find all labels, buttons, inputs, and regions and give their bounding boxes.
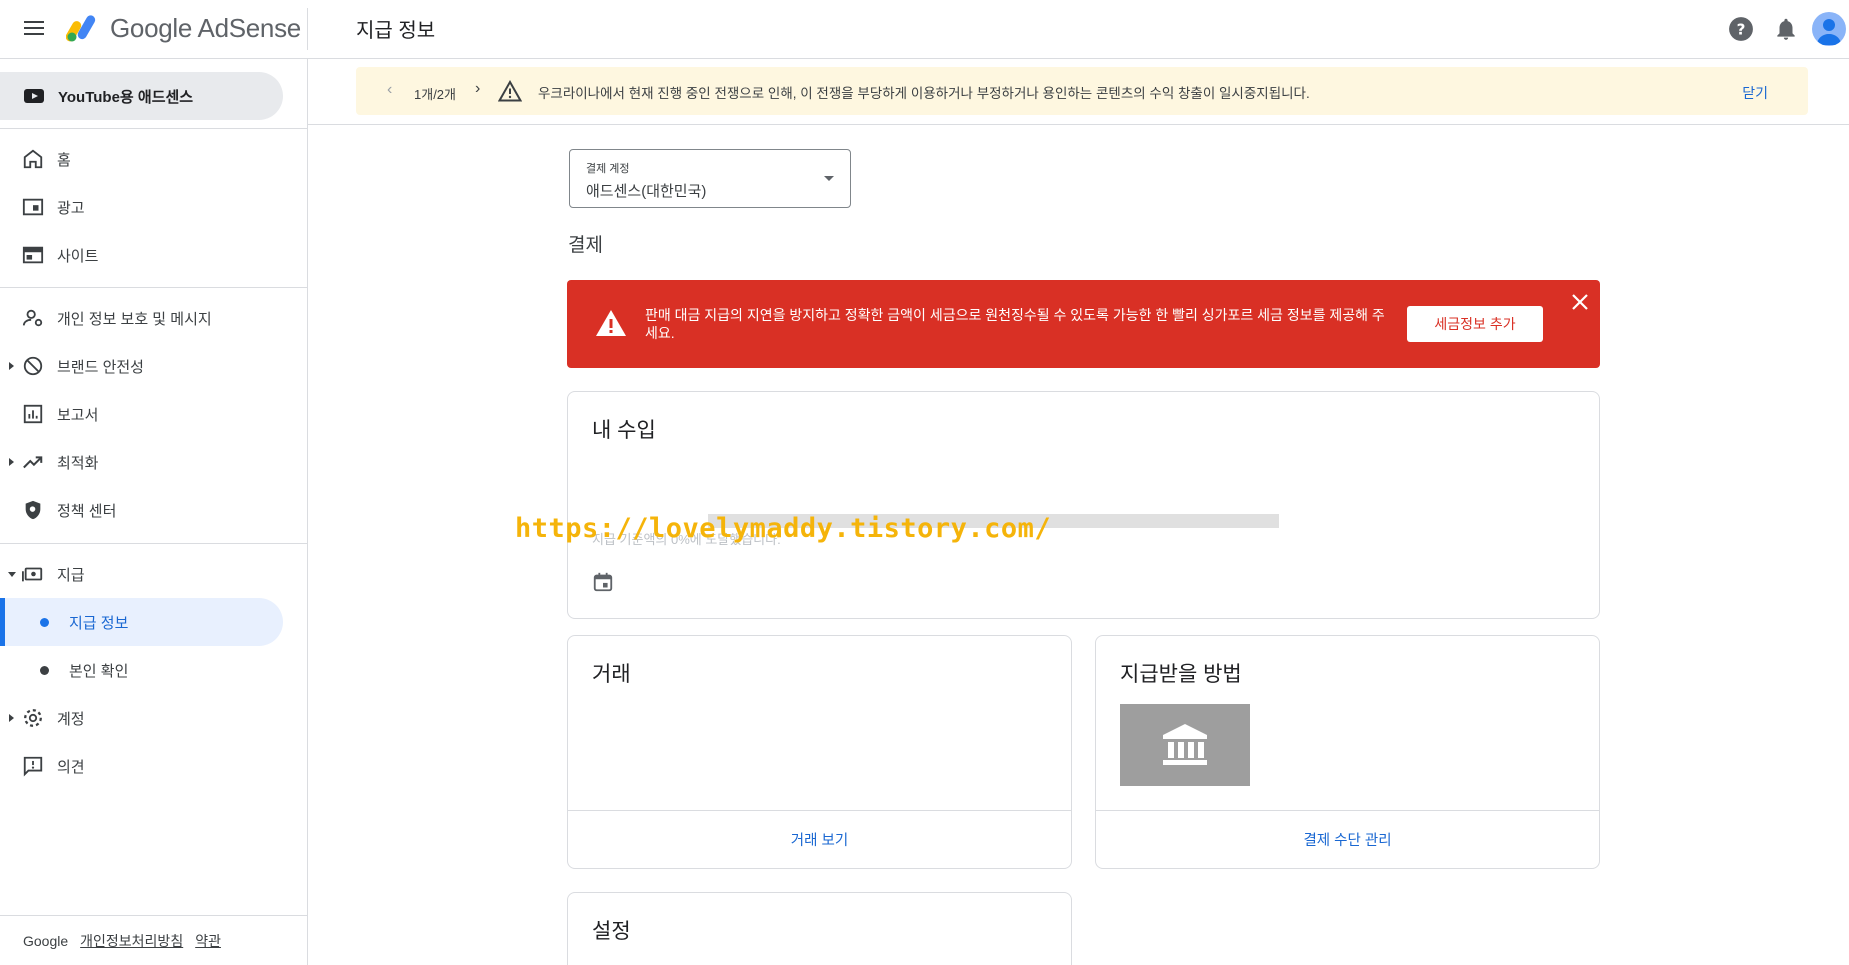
sidebar-item-privacy-messaging[interactable]: 개인 정보 보호 및 메시지 — [0, 296, 283, 340]
payments-icon — [22, 567, 43, 582]
person-settings-icon — [22, 309, 43, 327]
sidebar-item-ads[interactable]: 광고 — [0, 185, 283, 229]
sidebar-item-label: 의견 — [57, 758, 85, 776]
banner-message: 우크라이나에서 현재 진행 중인 전쟁으로 인해, 이 전쟁을 부당하게 이용하… — [538, 86, 1310, 101]
sidebar-item-label: 보고서 — [57, 406, 99, 424]
sidebar: YouTube용 애드센스 홈 광고 사이트 개인 정보 보호 및 메시지 브랜… — [0, 59, 308, 965]
calendar-icon[interactable] — [592, 571, 614, 593]
help-icon[interactable]: ? — [1728, 16, 1754, 42]
ads-icon — [22, 198, 44, 216]
add-tax-info-button[interactable]: 세금정보 추가 — [1407, 306, 1543, 342]
card-title: 설정 — [592, 920, 631, 943]
sidebar-item-sites[interactable]: 사이트 — [0, 233, 283, 277]
close-icon[interactable] — [1570, 292, 1590, 312]
youtube-icon — [24, 89, 44, 103]
person-icon — [1817, 19, 1841, 45]
banner-next-button[interactable]: › — [475, 80, 480, 98]
sidebar-item-label: 지급 정보 — [69, 614, 129, 632]
sidebar-item-payment-info[interactable]: 지급 정보 — [0, 598, 283, 646]
expand-caret-icon[interactable] — [9, 362, 14, 370]
privacy-policy-link[interactable]: 개인정보처리방침 — [80, 931, 183, 951]
card-title: 거래 — [592, 663, 631, 686]
transactions-card: 거래 거래 보기 — [567, 635, 1072, 869]
sidebar-item-reports[interactable]: 보고서 — [0, 392, 283, 436]
home-icon — [23, 149, 43, 169]
top-app-bar: Google AdSense 지급 정보 ? — [0, 0, 1849, 59]
settings-card: 설정 — [567, 892, 1072, 965]
bullet-icon — [40, 666, 49, 675]
banner-count: 1개/2개 — [414, 87, 456, 102]
alert-warning-icon — [596, 310, 626, 336]
account-avatar[interactable] — [1812, 12, 1846, 46]
payment-account-select[interactable]: 결제 계정 애드센스(대한민국) — [569, 149, 851, 208]
sites-icon — [22, 246, 44, 264]
sidebar-item-home[interactable]: 홈 — [0, 137, 283, 181]
watermark-text: https://lovelymaddy.tistory.com/ — [515, 513, 1052, 544]
sidebar-item-label: 브랜드 안전성 — [57, 358, 144, 376]
view-transactions-link[interactable]: 거래 보기 — [568, 810, 1071, 868]
feedback-icon — [23, 756, 43, 777]
sidebar-divider — [0, 128, 307, 129]
svg-text:?: ? — [1737, 20, 1746, 38]
tax-info-alert: 판매 대금 지급의 지연을 방지하고 정확한 금액이 세금으로 원천징수될 수 … — [567, 280, 1600, 368]
policy-shield-icon — [25, 500, 41, 520]
dropdown-arrow-icon — [824, 176, 834, 181]
trending-up-icon — [23, 456, 43, 469]
sidebar-item-feedback[interactable]: 의견 — [0, 744, 283, 788]
sidebar-item-youtube-adsense[interactable]: YouTube용 애드센스 — [0, 72, 283, 120]
adsense-logo-icon[interactable] — [66, 12, 100, 42]
brand-name: Google AdSense — [110, 13, 301, 43]
warning-icon — [498, 80, 522, 102]
notification-banner: ‹ 1개/2개 › 우크라이나에서 현재 진행 중인 전쟁으로 인해, 이 전쟁… — [356, 67, 1808, 115]
sidebar-item-label: 광고 — [57, 199, 85, 217]
bank-icon — [1163, 724, 1207, 765]
sidebar-item-brand-safety[interactable]: 브랜드 안전성 — [0, 344, 283, 388]
section-title: 결제 — [568, 235, 603, 256]
topbar-divider — [307, 8, 308, 50]
earnings-card: 내 수입 지급 기준액의 0%에 도달했습니다. — [567, 391, 1600, 619]
card-title: 내 수입 — [592, 419, 656, 442]
bank-placeholder — [1120, 704, 1250, 786]
sidebar-item-label: 홈 — [57, 151, 71, 169]
sidebar-divider — [0, 287, 307, 288]
reports-icon — [23, 404, 43, 424]
banner-close-button[interactable]: 닫기 — [1742, 83, 1768, 103]
sidebar-item-label: 개인 정보 보호 및 메시지 — [57, 310, 212, 328]
sidebar-item-label: 사이트 — [57, 247, 99, 265]
alert-message: 판매 대금 지급의 지연을 방지하고 정확한 금액이 세금으로 원천징수될 수 … — [645, 307, 1385, 341]
notifications-bell-icon[interactable] — [1773, 16, 1799, 42]
card-title: 지급받을 방법 — [1120, 663, 1242, 686]
expand-caret-icon[interactable] — [9, 458, 14, 466]
sidebar-item-label: 정책 센터 — [57, 502, 117, 520]
select-value: 애드센스(대한민국) — [586, 183, 707, 200]
collapse-caret-icon[interactable] — [8, 571, 16, 577]
sidebar-item-label: 최적화 — [57, 454, 99, 472]
payment-method-card: 지급받을 방법 결제 수단 관리 — [1095, 635, 1600, 869]
sidebar-item-payments[interactable]: 지급 — [0, 552, 283, 596]
expand-caret-icon[interactable] — [9, 714, 14, 722]
sidebar-item-policy-center[interactable]: 정책 센터 — [0, 488, 283, 532]
bullet-icon — [40, 618, 49, 627]
sidebar-footer: Google 개인정보처리방침 약관 — [0, 915, 307, 965]
active-indicator — [0, 598, 5, 646]
select-label: 결제 계정 — [586, 163, 630, 175]
sidebar-divider — [0, 543, 307, 544]
banner-prev-button[interactable]: ‹ — [387, 81, 392, 99]
sidebar-item-optimization[interactable]: 최적화 — [0, 440, 283, 484]
sidebar-item-label: 지급 — [57, 566, 85, 584]
menu-icon[interactable] — [22, 17, 46, 41]
gear-icon — [24, 709, 42, 727]
footer-google: Google — [23, 932, 69, 949]
sidebar-item-label: 본인 확인 — [69, 662, 129, 680]
manage-payment-methods-link[interactable]: 결제 수단 관리 — [1096, 810, 1599, 868]
terms-link[interactable]: 약관 — [195, 931, 221, 951]
sidebar-item-label: 계정 — [57, 710, 85, 728]
block-icon — [23, 356, 43, 376]
sidebar-item-label: YouTube용 애드센스 — [58, 88, 194, 106]
sidebar-item-verification[interactable]: 본인 확인 — [0, 648, 283, 692]
sidebar-item-account[interactable]: 계정 — [0, 696, 283, 740]
content-divider — [308, 124, 1849, 125]
page-title: 지급 정보 — [356, 20, 436, 42]
